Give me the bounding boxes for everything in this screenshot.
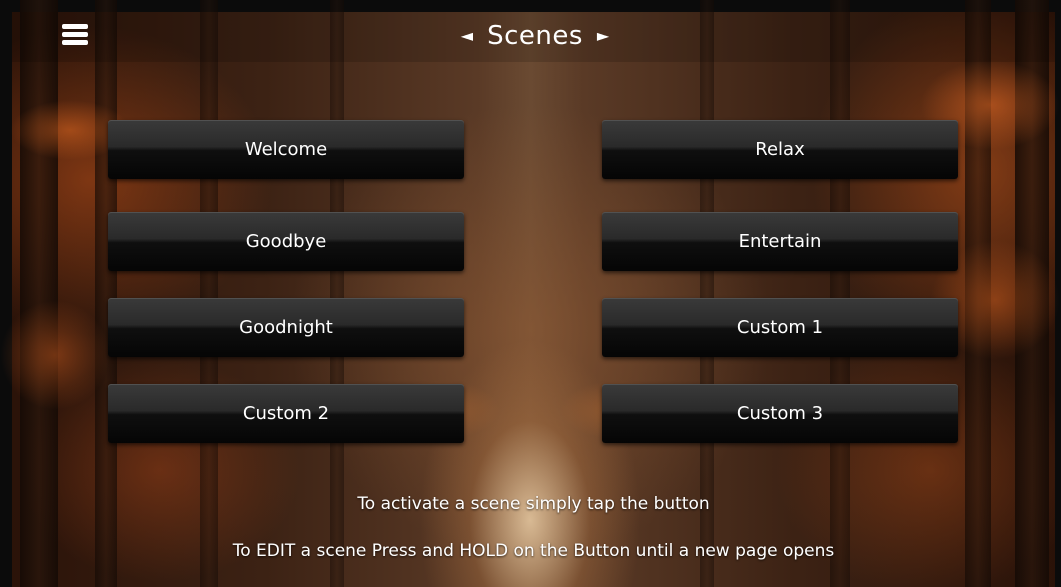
scene-button-custom-3[interactable]: Custom 3 (602, 384, 958, 443)
hint-activate-text: To activate a scene simply tap the butto… (357, 494, 710, 514)
menu-line (62, 24, 88, 29)
scene-button-custom-2[interactable]: Custom 2 (108, 384, 464, 443)
hint-edit-text: To EDIT a scene Press and HOLD on the Bu… (232, 541, 835, 561)
scene-button-custom-1[interactable]: Custom 1 (602, 298, 958, 357)
foliage-decoration (0, 300, 110, 410)
scene-button-goodnight[interactable]: Goodnight (108, 298, 464, 357)
previous-page-arrow-icon[interactable]: ◄ (461, 28, 473, 44)
next-page-arrow-icon[interactable]: ► (597, 28, 609, 44)
menu-line (62, 40, 88, 45)
scene-button-goodbye[interactable]: Goodbye (108, 212, 464, 271)
hamburger-menu-icon[interactable] (62, 24, 88, 46)
scene-button-relax[interactable]: Relax (602, 120, 958, 179)
page-title: Scenes (487, 21, 583, 51)
scene-button-welcome[interactable]: Welcome (108, 120, 464, 179)
menu-line (62, 32, 88, 37)
scene-button-entertain[interactable]: Entertain (602, 212, 958, 271)
page-header: ◄ Scenes ► (430, 16, 640, 56)
